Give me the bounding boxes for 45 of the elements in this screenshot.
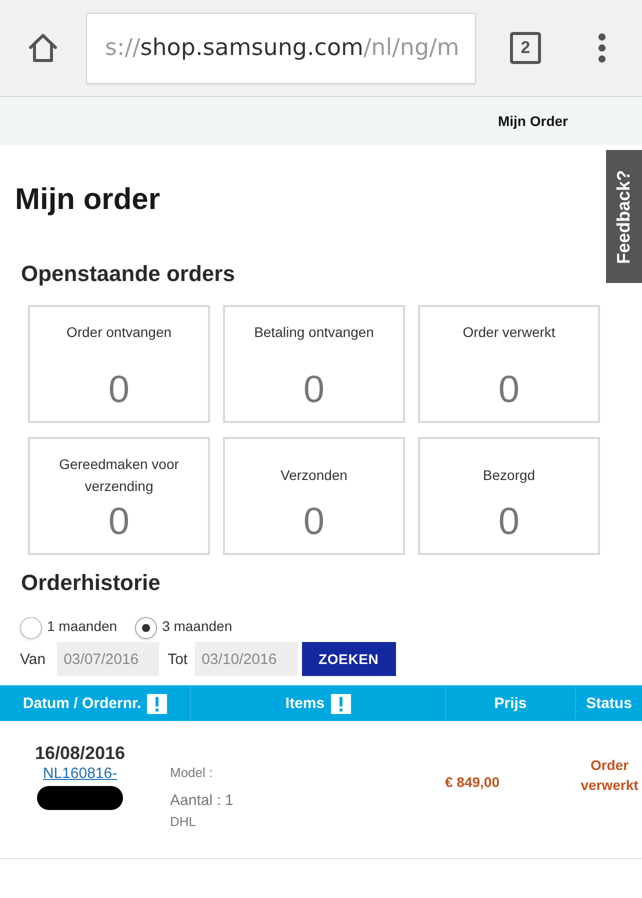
radio-label[interactable]: 3 maanden [162,616,232,634]
status-card-count: 0 [108,368,130,412]
status-card[interactable]: Betaling ontvangen 0 [223,305,405,423]
menu-icon[interactable] [598,33,606,63]
status-card-count: 0 [498,500,520,544]
order-date: 16/08/2016 [34,742,126,764]
breadcrumb-text: Mijn Order [498,113,568,129]
column-header: Items [285,695,325,712]
feedback-tab[interactable]: Feedback? [606,150,642,283]
page-title: Mijn order [15,182,160,218]
status-card-label: Order verwerkt [462,323,556,342]
radio-button[interactable] [20,617,42,639]
radio-button[interactable] [135,617,158,639]
column-header: Datum / Ordernr. [22,695,142,712]
section-heading: Orderhistorie [21,569,160,597]
radio-label[interactable]: 1 maanden [47,616,118,634]
date-label: Van [20,650,46,668]
status-card[interactable]: Gereedmaken voor verzending 0 [28,437,210,555]
order-price: € 849,00 [445,774,500,790]
item-carrier: DHL [170,813,196,830]
search-button[interactable]: ZOEKEN [302,642,396,676]
status-card[interactable]: Verzonden 0 [223,437,405,555]
section-heading: Openstaande orders [21,260,235,288]
status-card-label: Betaling ontvangen [254,323,374,342]
status-card-label: Bezorgd [482,466,536,485]
home-icon[interactable] [28,33,58,63]
item-quantity: Aantal : 1 [170,791,234,811]
status-card-count: 0 [303,500,325,544]
status-card[interactable]: Order ontvangen 0 [28,305,210,423]
status-card-count: 0 [303,368,325,412]
column-header: Status [586,695,632,712]
item-model-label: Model : [170,764,213,781]
order-status: Order verwerkt [580,756,640,795]
status-card-label: Gereedmaken voor verzending [58,455,180,496]
column-header: Prijs [494,695,527,712]
status-card[interactable]: Bezorgd 0 [418,437,600,555]
tab-switcher-button[interactable]: 2 [510,32,541,64]
url-field[interactable]: s://shop.samsung.com/nl/ng/m [86,12,476,84]
date-label: Tot [168,650,188,668]
status-card-label: Order ontvangen [66,323,172,342]
order-number-link[interactable]: NL160816- [42,764,118,784]
status-card-count: 0 [108,500,130,544]
status-card-label: Verzonden [280,466,348,485]
status-card[interactable]: Order verwerkt 0 [418,305,600,423]
status-card-count: 0 [498,368,520,412]
